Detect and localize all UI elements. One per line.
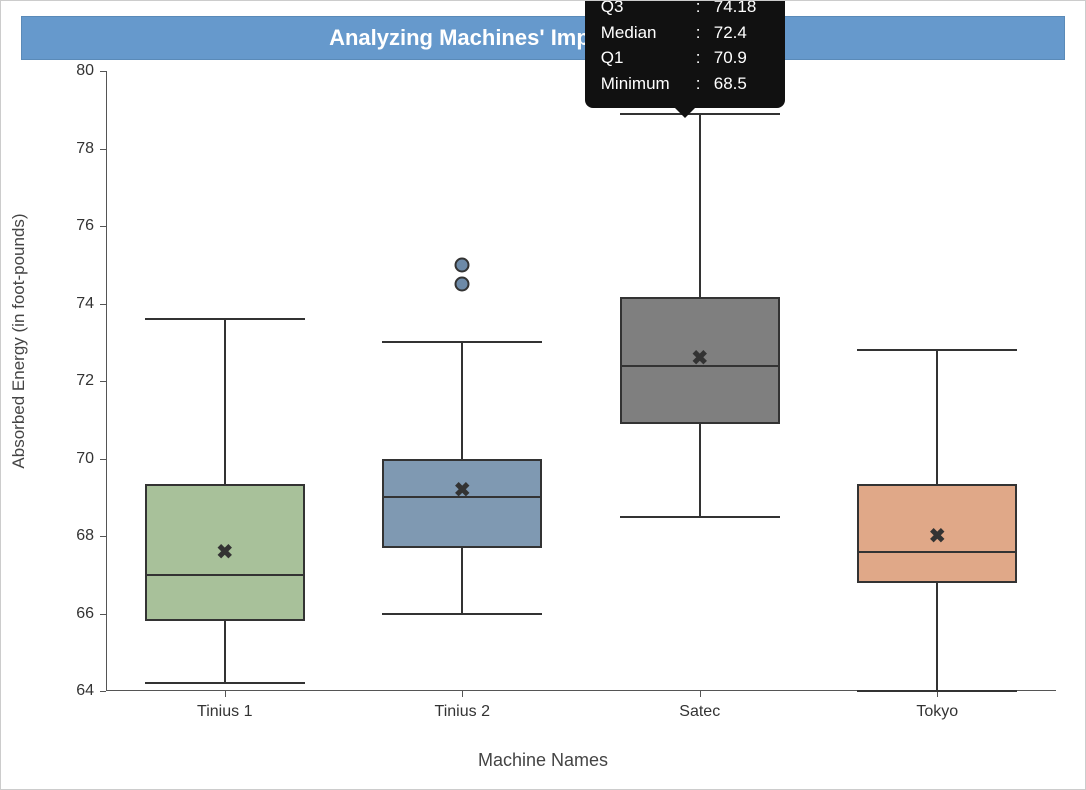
boxplot-tinius-1[interactable]: ✖ [145,71,305,691]
median-line [857,551,1017,553]
tooltip-value: 70.9 [714,45,747,71]
mean-marker-icon: ✖ [216,539,233,564]
x-axis-label: Machine Names [1,750,1085,771]
x-tick-line [225,691,226,697]
y-tick-line [100,691,106,692]
mean-marker-icon: ✖ [691,345,708,370]
tooltip-label: Median [601,20,696,46]
y-tick-label: 76 [76,217,94,235]
chart-container: Analyzing Machines' Impact Test Results … [0,0,1086,790]
y-tick-line [100,304,106,305]
y-axis-label: Absorbed Energy (in foot-pounds) [9,213,29,468]
y-tick-line [100,71,106,72]
tooltip-value: 72.4 [714,20,747,46]
tooltip-value: 74.18 [714,0,757,20]
y-axis-line [106,71,107,691]
boxplot-satec[interactable]: ✖ [620,71,780,691]
x-tick-label: Satec [679,703,720,721]
x-tick-line [462,691,463,697]
mean-marker-icon: ✖ [929,524,946,549]
tooltip-label: Minimum [601,71,696,97]
y-tick-line [100,614,106,615]
outlier-point [455,277,470,292]
y-tick-label: 64 [76,682,94,700]
x-tick-label: Tinius 1 [197,703,252,721]
y-tick-line [100,381,106,382]
tooltip-row-q3: Q3 : 74.18 [601,0,769,20]
tooltip-row-q1: Q1 : 70.9 [601,45,769,71]
median-line [145,574,305,576]
x-tick-label: Tinius 2 [435,703,490,721]
y-tick-label: 68 [76,527,94,545]
y-tick-label: 66 [76,605,94,623]
y-tick-label: 70 [76,450,94,468]
tooltip-value: 68.5 [714,71,747,97]
plot-area: 646668707274767880Tinius 1✖Tinius 2✖Sate… [106,71,1056,691]
y-tick-line [100,149,106,150]
mean-marker-icon: ✖ [454,477,471,502]
tooltip-row-min: Minimum : 68.5 [601,71,769,97]
x-tick-label: Tokyo [916,703,958,721]
tooltip-row-median: Median : 72.4 [601,20,769,46]
y-tick-label: 74 [76,295,94,313]
y-tick-label: 78 [76,140,94,158]
y-tick-label: 80 [76,62,94,80]
y-tick-line [100,226,106,227]
box-rect [382,459,542,548]
tooltip-label: Q3 [601,0,696,20]
y-tick-label: 72 [76,372,94,390]
boxplot-tinius-2[interactable]: ✖ [382,71,542,691]
tooltip-label: Q1 [601,45,696,71]
x-tick-line [700,691,701,697]
chart-title: Analyzing Machines' Impact Test Results [21,16,1065,60]
outlier-point [455,257,470,272]
y-tick-line [100,459,106,460]
tooltip-satec: Maximum : 78.9 Q3 : 74.18 Median : 72.4 … [585,0,785,108]
boxplot-tokyo[interactable]: ✖ [857,71,1017,691]
y-tick-line [100,536,106,537]
